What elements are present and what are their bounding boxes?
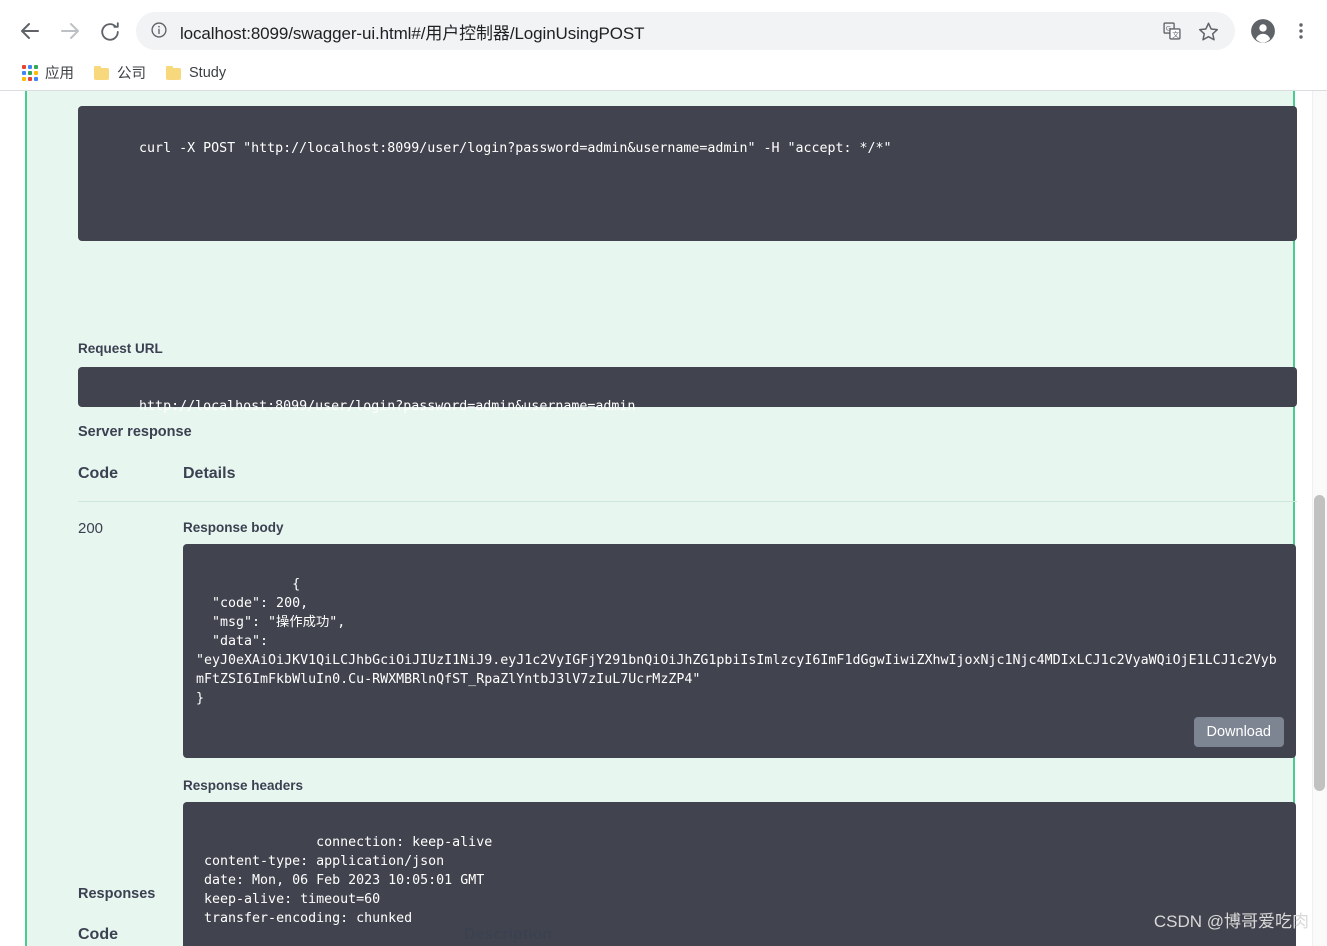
- address-bar-url: localhost:8099/swagger-ui.html#/用户控制器/Lo…: [180, 23, 645, 43]
- profile-avatar-icon[interactable]: [1243, 11, 1283, 51]
- bookmark-apps[interactable]: 应用: [14, 59, 82, 87]
- download-button[interactable]: Download: [1193, 717, 1284, 747]
- server-response-table: Code Details 200 Response body { "code":…: [78, 461, 1297, 946]
- translate-icon[interactable]: G 文: [1157, 16, 1187, 46]
- request-url-label: Request URL: [78, 341, 163, 356]
- column-header-code: Code: [78, 465, 118, 482]
- back-arrow-icon: [21, 23, 39, 39]
- response-code-value: 200: [78, 520, 104, 537]
- scrollbar-thumb[interactable]: [1314, 495, 1325, 791]
- back-button[interactable]: [10, 11, 50, 51]
- table-row: 200 Response body { "code": 200, "msg": …: [78, 502, 1297, 946]
- response-body-block[interactable]: { "code": 200, "msg": "操作成功", "data": "e…: [183, 544, 1296, 758]
- curl-command-text: curl -X POST "http://localhost:8099/user…: [139, 141, 892, 156]
- page-viewport: curl -X POST "http://localhost:8099/user…: [0, 91, 1327, 946]
- bookmark-label: Study: [189, 64, 227, 81]
- reload-icon: [101, 22, 119, 41]
- forward-arrow-icon: [61, 23, 79, 39]
- column-header-description: Description: [464, 926, 553, 943]
- apps-grid-icon: [22, 64, 38, 81]
- request-url-text: http://localhost:8099/user/login?passwor…: [139, 399, 636, 414]
- column-header-details: Details: [183, 465, 236, 482]
- browser-chrome: localhost:8099/swagger-ui.html#/用户控制器/Lo…: [0, 0, 1327, 91]
- address-bar[interactable]: localhost:8099/swagger-ui.html#/用户控制器/Lo…: [136, 12, 1235, 50]
- responses-table: Code Description 200 OK: [78, 923, 1297, 946]
- request-url-block[interactable]: http://localhost:8099/user/login?passwor…: [78, 367, 1297, 414]
- svg-text:文: 文: [1172, 30, 1179, 39]
- server-response-table-header: Code Details: [78, 461, 1297, 502]
- bookmark-folder-company[interactable]: 公司: [86, 59, 154, 87]
- response-headers-text: connection: keep-alive content-type: app…: [204, 835, 493, 926]
- response-body-label: Response body: [183, 520, 284, 535]
- response-headers-section: Response headers connection: keep-alive …: [183, 778, 1297, 946]
- column-header-code: Code: [78, 926, 118, 943]
- swagger-operation-body: curl -X POST "http://localhost:8099/user…: [25, 91, 1297, 946]
- browser-toolbar: localhost:8099/swagger-ui.html#/用户控制器/Lo…: [0, 0, 1327, 62]
- star-icon[interactable]: [1193, 16, 1223, 46]
- vertical-scrollbar[interactable]: [1312, 91, 1327, 946]
- curl-command-block[interactable]: curl -X POST "http://localhost:8099/user…: [78, 106, 1297, 241]
- forward-button[interactable]: [50, 11, 90, 51]
- folder-icon: [166, 65, 182, 80]
- bookmark-label: 公司: [117, 66, 146, 82]
- response-headers-label: Response headers: [183, 778, 304, 793]
- folder-icon: [94, 65, 110, 80]
- responses-table-header: Code Description: [78, 923, 1297, 946]
- response-body-text: { "code": 200, "msg": "操作成功", "data": "e…: [196, 577, 1277, 706]
- three-dot-menu-icon[interactable]: [1285, 11, 1317, 51]
- bookmark-folder-study[interactable]: Study: [158, 59, 234, 87]
- info-circle-icon[interactable]: [150, 21, 170, 41]
- reload-button[interactable]: [90, 11, 130, 51]
- server-response-heading: Server response: [78, 424, 192, 440]
- bookmark-label: 应用: [45, 66, 74, 82]
- bookmarks-bar: 应用 公司 Study: [0, 54, 1327, 91]
- svg-text:G: G: [1166, 26, 1171, 33]
- responses-heading: Responses: [78, 886, 156, 902]
- response-details-cell: Response body { "code": 200, "msg": "操作成…: [183, 520, 1297, 946]
